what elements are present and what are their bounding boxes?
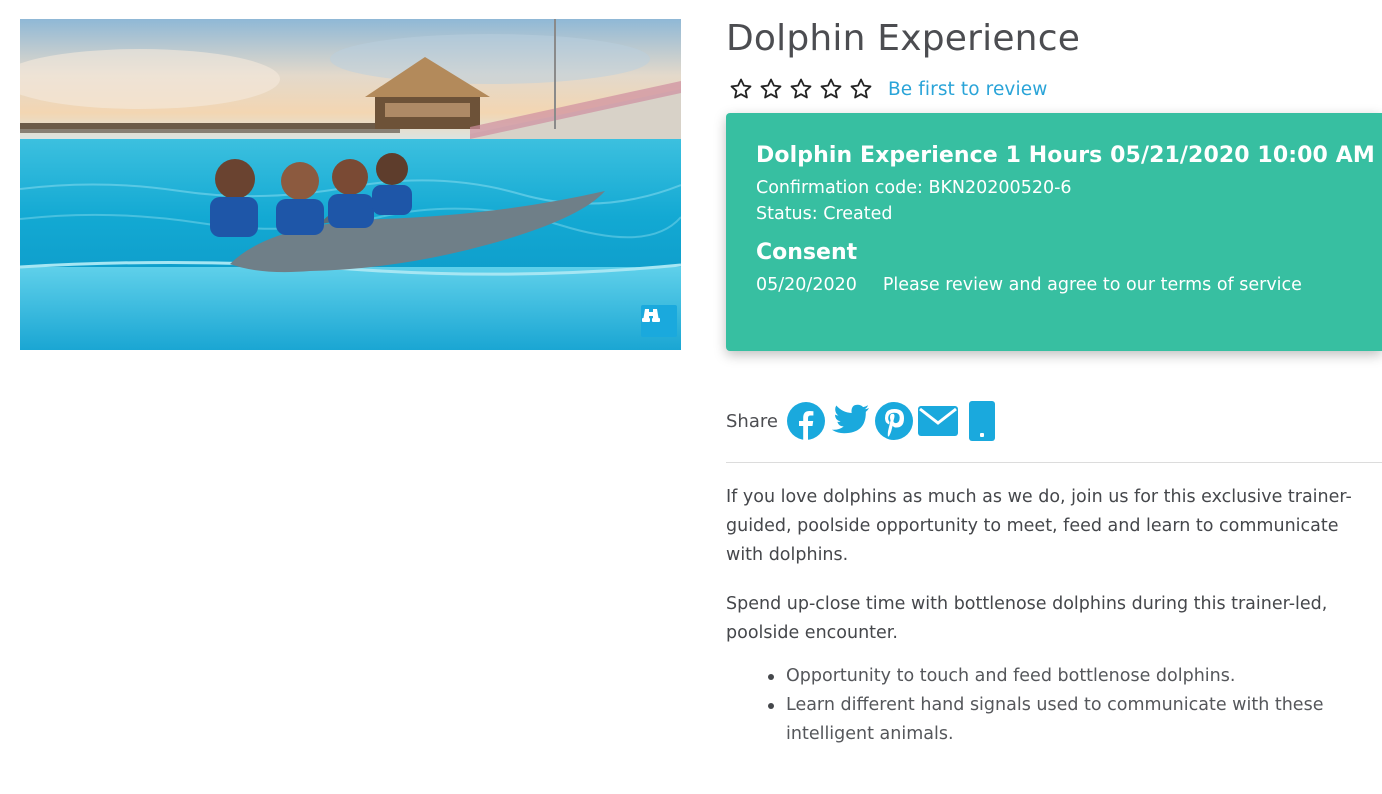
binoculars-icon bbox=[642, 309, 660, 322]
star-icon[interactable] bbox=[819, 77, 843, 101]
description-paragraph: If you love dolphins as much as we do, j… bbox=[726, 487, 1352, 565]
gallery-button[interactable] bbox=[641, 305, 677, 337]
booking-status: Status: Created bbox=[756, 204, 893, 224]
twitter-icon bbox=[831, 404, 869, 434]
pinterest-icon bbox=[874, 402, 913, 440]
share-bar: Share bbox=[726, 400, 1006, 442]
review-link[interactable]: Be first to review bbox=[888, 79, 1047, 100]
booking-title: Dolphin Experience 1 Hours 05/21/2020 10… bbox=[756, 143, 1375, 168]
feature-list: Opportunity to touch and feed bottlenose… bbox=[768, 662, 1376, 749]
consent-heading: Consent bbox=[756, 240, 858, 265]
email-share-button[interactable] bbox=[917, 401, 958, 441]
consent-date: 05/20/2020 bbox=[756, 275, 857, 295]
list-item: Opportunity to touch and feed bottlenose… bbox=[768, 662, 1376, 691]
consent-row: 05/20/2020 Please review and agree to ou… bbox=[756, 275, 1382, 295]
star-icon[interactable] bbox=[789, 77, 813, 101]
email-icon bbox=[917, 406, 958, 436]
description: If you love dolphins as much as we do, j… bbox=[726, 483, 1376, 749]
confirmation-code: Confirmation code: BKN20200520-6 bbox=[756, 178, 1072, 198]
sms-share-button[interactable] bbox=[962, 401, 1002, 441]
booking-card: Dolphin Experience 1 Hours 05/21/2020 10… bbox=[726, 113, 1382, 351]
star-icon[interactable] bbox=[759, 77, 783, 101]
star-icon[interactable] bbox=[849, 77, 873, 101]
rating: Be first to review bbox=[729, 77, 1047, 101]
star-icon[interactable] bbox=[729, 77, 753, 101]
description-paragraph: Spend up-close time with bottlenose dolp… bbox=[726, 594, 1328, 643]
facebook-share-button[interactable] bbox=[786, 401, 826, 441]
product-image[interactable] bbox=[20, 19, 681, 350]
divider bbox=[726, 462, 1382, 463]
facebook-icon bbox=[786, 402, 825, 440]
twitter-share-button[interactable] bbox=[830, 401, 870, 441]
page-title: Dolphin Experience bbox=[726, 18, 1081, 59]
pinterest-share-button[interactable] bbox=[874, 401, 914, 441]
product-photo bbox=[20, 19, 681, 350]
list-item: Learn different hand signals used to com… bbox=[768, 691, 1376, 749]
share-label: Share bbox=[726, 410, 778, 432]
terms-of-service-link[interactable]: Please review and agree to our terms of … bbox=[883, 275, 1302, 295]
mobile-icon bbox=[968, 401, 995, 441]
